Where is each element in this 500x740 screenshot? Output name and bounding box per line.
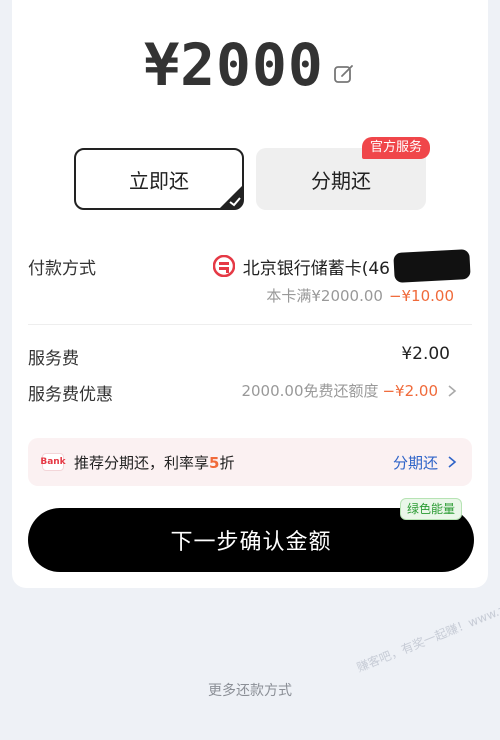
promo-link-label: 分期还 [392, 453, 438, 472]
tab-repay-now-label: 立即还 [129, 168, 189, 193]
payment-method-label: 付款方式 [28, 259, 96, 279]
promo-text: 推荐分期还，利率享5折 [74, 452, 234, 473]
redaction-mark [393, 249, 471, 283]
chevron-right-icon [448, 456, 457, 468]
bank-logo-icon [212, 255, 235, 277]
official-service-badge: 官方服务 [362, 137, 431, 159]
green-energy-badge: 绿色能量 [400, 498, 463, 520]
coupon-row: 本卡满¥2000.00 −¥10.00 [266, 285, 454, 306]
promo-text-suffix: 折 [219, 453, 235, 472]
promo-text-prefix: 推荐分期还，利率享 [74, 453, 210, 472]
divider [28, 324, 472, 325]
fee-discount-value: −¥2.00 [382, 381, 438, 400]
service-fee-value: ¥2.00 [401, 344, 450, 364]
chevron-right-icon [448, 384, 457, 397]
coupon-condition: 本卡满¥2000.00 [266, 287, 383, 305]
promo-installment-link[interactable]: 分期还 [393, 452, 458, 473]
fee-discount-desc: 2000.00免费还额度 [241, 382, 379, 400]
tab-installment-label: 分期还 [311, 168, 371, 193]
tab-repay-now[interactable]: 立即还 [74, 148, 244, 210]
next-button-label: 下一步确认金额 [170, 530, 332, 555]
selected-check-icon [219, 185, 243, 209]
amount-row: ¥2000 [12, 30, 488, 100]
bank-name: 北京银行储蓄卡(46 [242, 258, 390, 279]
repay-amount: ¥2000 [144, 31, 324, 99]
watermark: 赚客吧，有奖一起赚！www.zuanke8.com [354, 574, 500, 675]
installment-promo-banner[interactable]: Bank 推荐分期还，利率享5折 分期还 [28, 438, 472, 486]
fee-discount-label: 服务费优惠 [28, 385, 113, 405]
more-repay-methods-link[interactable]: 更多还款方式 [0, 680, 500, 700]
promo-bank-logo-icon: Bank [40, 453, 66, 471]
service-fee-label: 服务费 [28, 349, 79, 369]
edit-icon[interactable] [332, 62, 356, 86]
promo-rate-number: 5 [209, 453, 220, 472]
bank-selector[interactable]: 北京银行储蓄卡(46 [212, 249, 471, 283]
fee-discount-detail[interactable]: 2000.00免费还额度 −¥2.00 [241, 380, 458, 401]
coupon-discount: −¥10.00 [388, 286, 454, 305]
repay-card: ¥2000 立即还 分期还 官方服务 付款方式 北京银行储蓄卡(46 本卡满¥2… [12, 0, 488, 588]
